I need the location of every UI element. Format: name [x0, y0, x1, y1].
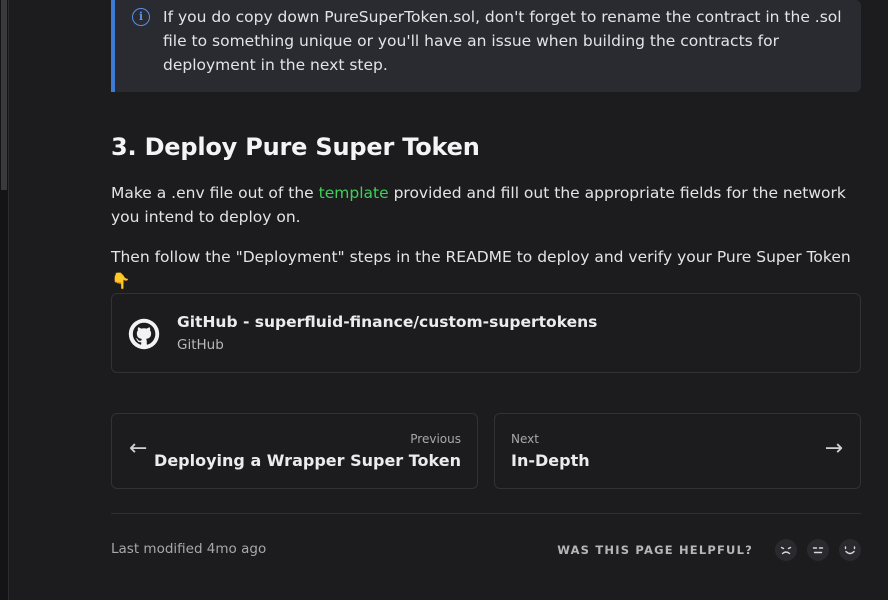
left-scrollbar[interactable] — [0, 0, 9, 600]
previous-page-title: Deploying a Wrapper Super Token — [154, 451, 461, 470]
happy-face-icon[interactable] — [839, 539, 861, 561]
neutral-face-icon[interactable] — [807, 539, 829, 561]
section-heading: 3. Deploy Pure Super Token — [111, 133, 480, 161]
arrow-right-icon: → — [824, 436, 843, 461]
next-page-button[interactable]: Next In-Depth → — [494, 413, 861, 489]
para1-text-before: Make a .env file out of the — [111, 184, 319, 202]
info-icon: i — [132, 8, 150, 26]
arrow-left-icon: ← — [129, 436, 148, 461]
next-page-title: In-Depth — [511, 451, 590, 470]
sad-face-icon[interactable] — [775, 539, 797, 561]
page-feedback: WAS THIS PAGE HELPFUL? — [557, 539, 861, 561]
footer-divider — [111, 513, 861, 514]
helpful-label: WAS THIS PAGE HELPFUL? — [557, 543, 753, 557]
scrollbar-thumb[interactable] — [1, 0, 7, 190]
github-link-card[interactable]: GitHub - superfluid-finance/custom-super… — [111, 293, 861, 373]
info-callout: i If you do copy down PureSuperToken.sol… — [111, 0, 861, 92]
link-card-title: GitHub - superfluid-finance/custom-super… — [177, 313, 598, 331]
deployment-instructions: Then follow the "Deployment" steps in th… — [111, 248, 851, 290]
template-link[interactable]: template — [319, 184, 389, 202]
callout-text: If you do copy down PureSuperToken.sol, … — [163, 8, 842, 74]
link-card-subtitle: GitHub — [177, 337, 224, 353]
main-content: i If you do copy down PureSuperToken.sol… — [111, 0, 861, 561]
github-icon — [128, 318, 160, 350]
last-modified: Last modified 4mo ago — [111, 541, 267, 557]
previous-label: Previous — [410, 432, 461, 446]
env-instructions: Make a .env file out of the template pro… — [111, 181, 861, 229]
next-label: Next — [511, 432, 539, 446]
previous-page-button[interactable]: ← Previous Deploying a Wrapper Super Tok… — [111, 413, 478, 489]
